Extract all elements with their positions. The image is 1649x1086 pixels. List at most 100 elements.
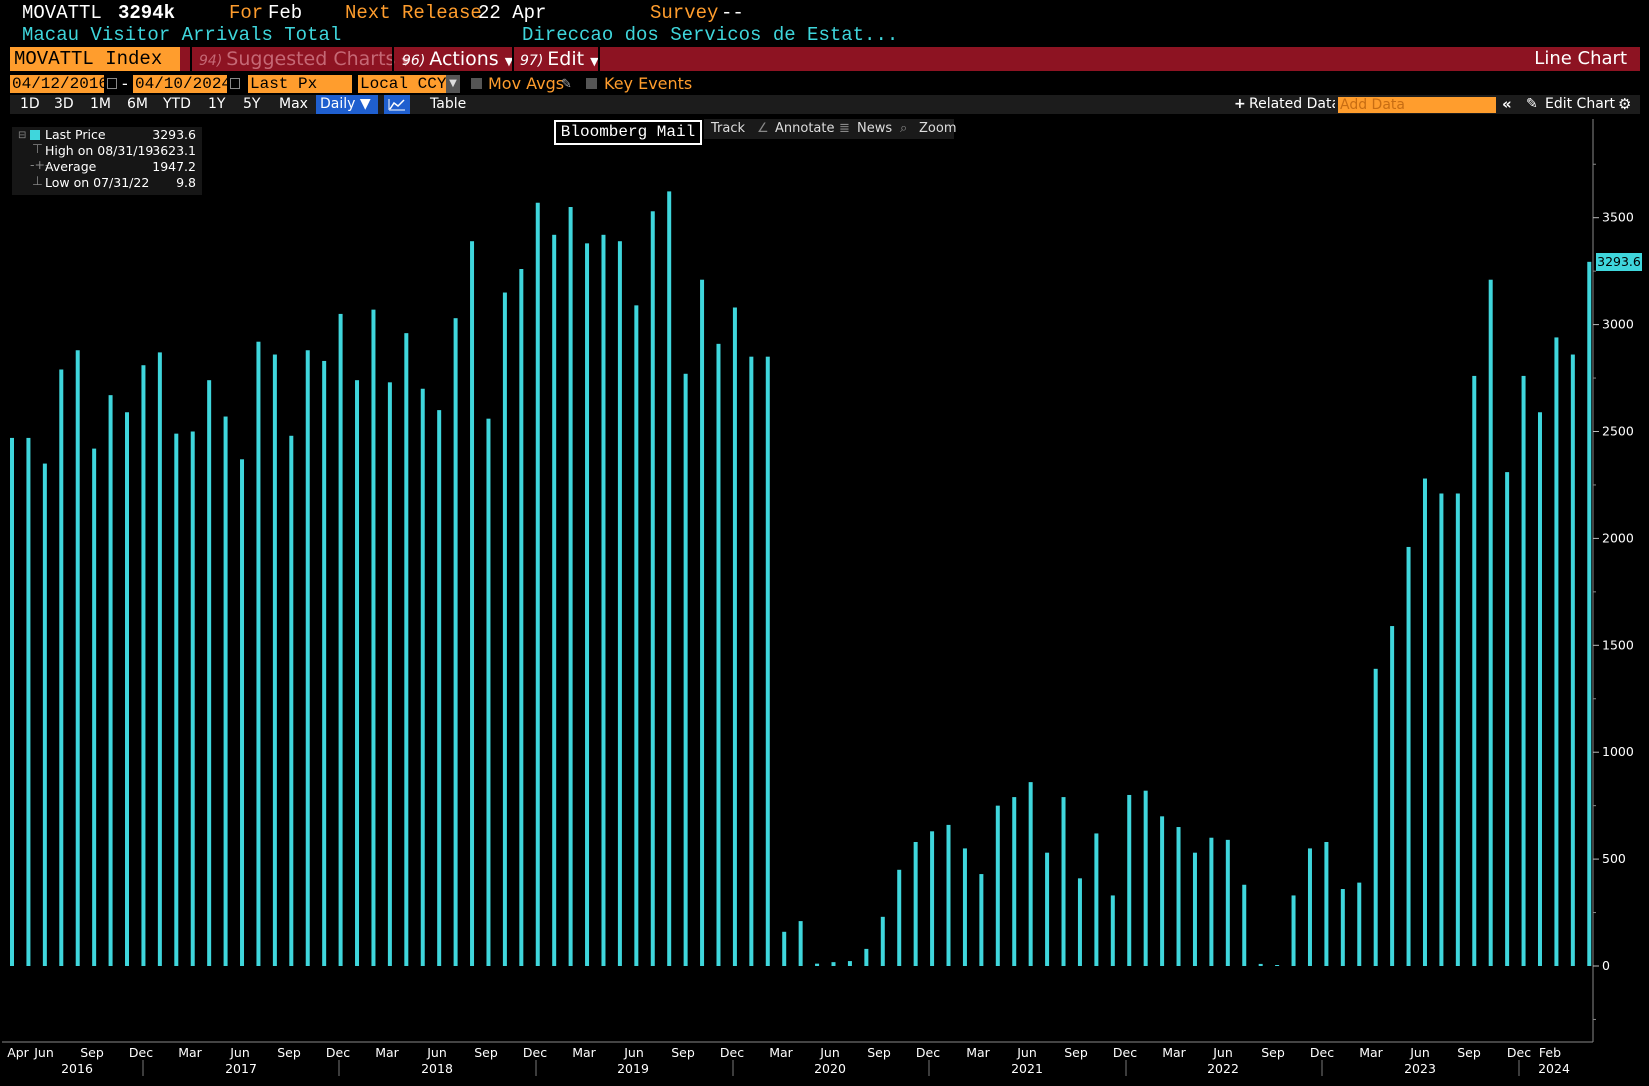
collapse-icon[interactable]: ⊟ (18, 130, 26, 141)
bar-2017-12 (355, 380, 360, 966)
x-month-label: Jun (426, 1045, 447, 1060)
x-month-label: Sep (1261, 1045, 1285, 1060)
x-month-label: Dec (129, 1045, 153, 1060)
bar-2019-12 (749, 356, 754, 966)
x-year-label: 2018 (421, 1061, 453, 1076)
y-tick-label: 3000 (1602, 317, 1634, 332)
y-tick-label: 3500 (1602, 210, 1634, 225)
x-year-label: 2022 (1207, 1061, 1239, 1076)
bar-2017-09 (305, 350, 310, 967)
high-marker-icon: ⊤ (32, 141, 43, 156)
x-month-label: Sep (671, 1045, 695, 1060)
bar-2017-02 (190, 431, 195, 966)
bar-2017-07 (272, 354, 277, 967)
x-month-label: Feb (1539, 1045, 1561, 1060)
x-month-label: Mar (1162, 1045, 1186, 1060)
bar-2020-10 (913, 841, 918, 966)
bar-2018-10 (519, 269, 524, 967)
bar-2016-05 (42, 463, 47, 966)
bar-2022-11 (1324, 841, 1329, 966)
x-year-label: 2016 (61, 1061, 93, 1076)
bar-2022-02 (1176, 827, 1181, 966)
series-swatch (30, 130, 40, 140)
bar-2018-03 (404, 333, 409, 967)
x-month-label: Mar (1359, 1045, 1383, 1060)
bar-2023-09 (1488, 279, 1493, 966)
bar-2021-10 (1110, 895, 1115, 966)
bar-2019-02 (585, 243, 590, 966)
bar-2022-03 (1192, 852, 1197, 966)
legend-low-value: 9.8 (176, 175, 196, 190)
bar-2020-02 (782, 931, 787, 966)
bar-2021-06 (1045, 852, 1050, 966)
bar-2021-03 (995, 805, 1000, 966)
bar-2018-06 (453, 318, 458, 966)
legend-last-price-label: Last Price (45, 127, 106, 142)
bar-2019-08 (683, 373, 688, 966)
bar-2020-05 (831, 962, 836, 966)
legend-average-value: 1947.2 (152, 159, 196, 174)
bar-2020-11 (930, 831, 935, 966)
y-axis-ticks: 0 500 1000 1500 2000 2500 3000 3500 (1593, 163, 1634, 1020)
x-year-label: 2024 (1538, 1061, 1570, 1076)
x-month-label: Sep (1064, 1045, 1088, 1060)
bar-2022-12 (1340, 889, 1345, 966)
bar-2020-07 (864, 948, 869, 966)
bar-2016-09 (108, 395, 113, 966)
x-month-label: Mar (769, 1045, 793, 1060)
bar-2017-08 (289, 435, 294, 966)
x-month-label: Sep (1457, 1045, 1481, 1060)
bar-2019-04 (617, 241, 622, 966)
bar-2018-12 (552, 234, 557, 966)
bar-2022-04 (1209, 837, 1214, 966)
bar-2021-11 (1127, 794, 1132, 966)
bar-2020-06 (847, 961, 852, 966)
x-month-label: Sep (277, 1045, 301, 1060)
bar-2020-09 (897, 869, 902, 966)
y-tick-label: 1000 (1602, 744, 1634, 759)
x-month-label: Jun (1409, 1045, 1430, 1060)
x-month-label: Jun (819, 1045, 840, 1060)
x-month-label: Sep (867, 1045, 891, 1060)
bar-2019-06 (650, 211, 655, 966)
bar-2023-02 (1373, 668, 1378, 966)
bar-2019-11 (732, 307, 737, 967)
bar-2023-03 (1390, 626, 1395, 966)
bar-2016-12 (157, 352, 162, 966)
bar-chart[interactable]: 0 500 1000 1500 2000 2500 3000 3500 Apr Jun Sep De… (0, 0, 1649, 1086)
x-month-label: Jun (1016, 1045, 1037, 1060)
bar-2021-01 (962, 848, 967, 966)
bar-2018-04 (420, 388, 425, 966)
bar-2016-07 (75, 350, 80, 967)
y-tick-label: 500 (1602, 851, 1626, 866)
x-month-label: Dec (326, 1045, 350, 1060)
bar-2019-09 (700, 279, 705, 966)
bar-2019-05 (634, 305, 639, 966)
legend-last-price-value: 3293.6 (152, 127, 196, 142)
x-month-label: Dec (1507, 1045, 1531, 1060)
chart-legend[interactable]: ⊟ Last Price 3293.6 ⊤ High on 08/31/19 3… (12, 127, 202, 195)
bar-2017-01 (174, 433, 179, 966)
bar-2021-04 (1012, 797, 1017, 966)
y-tick-label: 0 (1602, 958, 1610, 973)
bar-2019-07 (667, 191, 672, 966)
bar-2017-03 (207, 380, 212, 966)
bar-2016-04 (26, 437, 31, 966)
x-month-label: Dec (523, 1045, 547, 1060)
last-value-tag: 3293.6 (1596, 253, 1642, 271)
bar-2020-01 (765, 356, 770, 966)
x-month-label: Dec (720, 1045, 744, 1060)
bar-2023-06 (1439, 493, 1444, 966)
bar-2022-06 (1242, 884, 1247, 966)
x-month-label: Jun (229, 1045, 250, 1060)
bar-2018-02 (387, 382, 392, 966)
bar-2020-08 (880, 916, 885, 966)
x-month-label: Mar (572, 1045, 596, 1060)
bar-2021-05 (1028, 782, 1033, 966)
bar-2021-08 (1077, 878, 1082, 966)
bar-2021-07 (1061, 797, 1066, 966)
bar-2018-08 (486, 418, 491, 966)
bar-2017-04 (223, 416, 228, 966)
bar-2020-12 (946, 824, 951, 966)
x-month-label: Dec (916, 1045, 940, 1060)
